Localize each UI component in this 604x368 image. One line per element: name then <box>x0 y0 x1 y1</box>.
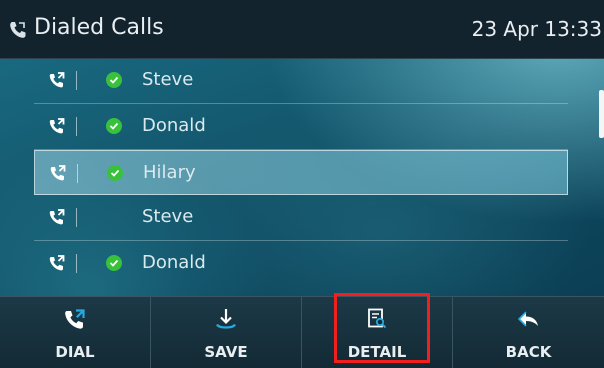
softkey-label: DIAL <box>55 343 95 361</box>
row-divider <box>76 254 77 273</box>
row-divider <box>77 164 78 183</box>
page-title: Dialed Calls <box>34 15 164 40</box>
outgoing-call-icon <box>50 165 66 181</box>
softkey-bar: DIAL SAVE DETAIL BACK <box>0 296 604 368</box>
save-icon <box>216 309 236 329</box>
outgoing-call-icon <box>49 72 65 88</box>
scrollbar-thumb[interactable] <box>599 90 604 138</box>
title-bar: Dialed Calls 23 Apr 13:33 <box>0 0 604 59</box>
call-list-item[interactable]: Steve <box>34 58 568 104</box>
contact-name: Donald <box>142 252 206 273</box>
call-list-item[interactable]: Donald <box>34 241 568 286</box>
outgoing-call-icon <box>49 118 65 134</box>
softkey-label: BACK <box>505 343 552 361</box>
back-button[interactable]: BACK <box>453 297 604 368</box>
dial-icon <box>65 309 85 329</box>
contact-name: Hilary <box>143 162 196 183</box>
outgoing-call-icon <box>49 209 65 225</box>
verified-check-icon <box>106 255 122 271</box>
softkey-label: SAVE <box>204 343 248 361</box>
detail-highlight-box <box>334 293 430 363</box>
verified-check-icon <box>107 165 123 181</box>
call-list-item[interactable]: Donald <box>34 104 568 150</box>
save-button[interactable]: SAVE <box>151 297 302 368</box>
call-list-item[interactable]: Steve <box>34 195 568 241</box>
verified-check-icon <box>106 72 122 88</box>
outgoing-call-icon <box>49 255 65 271</box>
call-list-item-selected[interactable]: Hilary <box>34 150 568 195</box>
dial-button[interactable]: DIAL <box>0 297 151 368</box>
back-icon <box>517 311 538 327</box>
contact-name: Donald <box>142 115 206 136</box>
row-divider <box>76 117 77 136</box>
dialed-calls-icon <box>10 22 26 38</box>
call-list: Steve Donald Hilary Steve Donald <box>34 58 568 286</box>
contact-name: Steve <box>142 206 194 227</box>
phone-screen: Dialed Calls 23 Apr 13:33 Steve Donald H… <box>0 0 604 368</box>
verified-check-icon <box>106 118 122 134</box>
row-divider <box>76 208 77 227</box>
row-divider <box>76 71 77 90</box>
date-time: 23 Apr 13:33 <box>471 17 602 41</box>
contact-name: Steve <box>142 69 194 90</box>
